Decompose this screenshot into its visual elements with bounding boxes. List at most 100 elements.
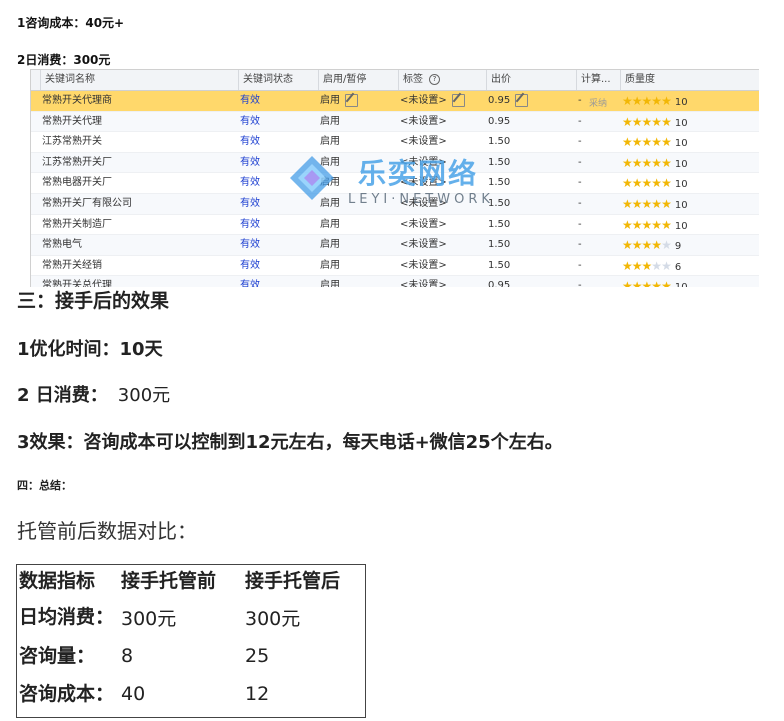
keyword-row[interactable]: 常熟电器开关厂 有效 启用 <未设置> 1.50- ★★★★★ 10: [31, 173, 759, 194]
star-icon: ★: [622, 135, 633, 150]
keyword-calc: -: [576, 153, 622, 173]
keyword-enable-text: 启用: [320, 156, 340, 168]
keyword-bid-text: 1.50: [488, 218, 511, 230]
keyword-name[interactable]: 常熟电气: [40, 235, 240, 255]
star-icon: ★: [622, 217, 633, 232]
keyword-row[interactable]: 江苏常熟开关厂 有效 启用 <未设置> 1.50- ★★★★★ 10: [31, 152, 759, 174]
keyword-bid-text: 0.95: [488, 280, 511, 287]
keyword-name[interactable]: 江苏常熟开关厂: [40, 153, 240, 173]
keyword-bid-text: 0.95: [488, 115, 511, 127]
keyword-status: 有效: [238, 256, 320, 276]
star-icon: ★: [651, 155, 662, 170]
star-icon: ★: [641, 217, 653, 232]
keyword-row[interactable]: 常熟开关制造厂 有效 启用 <未设置> 1.50- ★★★★★ 10: [31, 215, 759, 236]
keyword-status: 有效: [238, 235, 320, 255]
keyword-quality: ★★★★★10: [620, 173, 759, 193]
keyword-label-text: <未设置>: [400, 239, 447, 251]
keyword-name-text: 常熟开关经销: [42, 259, 102, 271]
keyword-enable-text: 启用: [320, 177, 340, 189]
quality-score: 6: [674, 261, 682, 273]
keyword-name[interactable]: 常熟开关厂有限公司: [40, 194, 240, 214]
keyword-label: <未设置>: [398, 256, 488, 276]
star-icon: ★: [622, 176, 633, 191]
star-icon: ★: [651, 279, 662, 287]
keyword-label-text: <未设置>: [400, 197, 447, 209]
optimize-time: 1优化时间：10天: [17, 339, 163, 360]
keyword-bid-text: 0.95: [488, 95, 511, 106]
keyword-name[interactable]: 常熟开关代理商: [40, 91, 240, 111]
keyword-enable-text: 启用: [320, 95, 340, 106]
comparison-table: 数据指标 接手托管前 接手托管后 日均消费： 300元 300元 咨询量： 8 …: [16, 564, 366, 718]
star-icon: ★: [661, 258, 672, 273]
keyword-status: 有效: [238, 112, 320, 132]
keyword-bid-text: 1.50: [488, 136, 511, 148]
keyword-name[interactable]: 常熟电器开关厂: [40, 173, 240, 193]
keyword-enable: 启用: [318, 215, 400, 235]
daily-spend-label: 2 日消费：: [17, 385, 108, 406]
keyword-name[interactable]: 常熟开关经销: [40, 256, 240, 276]
keyword-name-text: 常熟开关厂有限公司: [42, 197, 132, 209]
keyword-row[interactable]: 常熟开关厂有限公司 有效 启用 <未设置> 1.50- ★★★★★ 10: [31, 193, 759, 215]
keyword-calc-text: -: [578, 156, 582, 168]
keyword-name-text: 常熟电气: [42, 239, 82, 251]
star-icon: ★: [661, 94, 672, 108]
keyword-name-text: 江苏常熟开关厂: [42, 156, 112, 168]
keyword-quality: ★★★★★10: [620, 132, 759, 152]
section3-title: 三：接手后的效果: [17, 290, 170, 312]
keyword-calc-text: -: [578, 259, 582, 271]
keyword-row[interactable]: 常熟开关代理商 有效 启用 <未设置> 0.95- 采纳 ★★★★★ 10: [31, 91, 759, 112]
quality-score: 10: [674, 158, 688, 170]
star-icon: ★: [641, 114, 653, 129]
keyword-bid-text: 1.50: [488, 156, 511, 168]
keyword-row[interactable]: 常熟电气 有效 启用 <未设置> 1.50- ★★★★★ 9: [31, 235, 759, 256]
keyword-status-text: 有效: [240, 218, 260, 230]
comparison-row: 咨询量： 8 25: [17, 641, 366, 671]
keyword-calc-text: -: [578, 115, 582, 127]
keyword-status-text: 有效: [240, 259, 260, 271]
star-icon: ★: [661, 176, 672, 191]
star-icon: ★: [631, 196, 643, 211]
keyword-calc: -: [576, 215, 622, 235]
star-icon: ★: [622, 114, 633, 129]
quality-score: 10: [674, 220, 688, 232]
header-enable-pause: 启用/暂停: [318, 70, 398, 90]
keyword-status-text: 有效: [240, 280, 260, 287]
keyword-calc: -: [576, 173, 622, 193]
keyword-label-text: <未设置>: [400, 280, 447, 287]
keyword-name[interactable]: 江苏常熟开关: [40, 132, 240, 152]
keyword-name[interactable]: 常熟开关制造厂: [40, 215, 240, 235]
star-icon: ★: [661, 196, 672, 211]
keyword-enable-text: 启用: [320, 136, 340, 148]
star-icon: ★: [661, 217, 672, 232]
edit-icon[interactable]: [515, 93, 529, 107]
edit-icon[interactable]: [345, 93, 358, 107]
header-label-text: 标签: [403, 74, 423, 85]
keyword-label: <未设置>: [398, 173, 488, 193]
keyword-row[interactable]: 常熟开关代理 有效 启用 <未设置> 0.95- ★★★★★ 10: [31, 111, 759, 133]
keyword-row[interactable]: 常熟开关经销 有效 启用 <未设置> 1.50- ★★★★★ 6: [31, 256, 759, 277]
header-calc: 计算...: [576, 70, 620, 90]
star-icon: ★: [651, 238, 662, 253]
edit-icon[interactable]: [451, 93, 465, 107]
keyword-bid-text: 1.50: [488, 239, 511, 251]
keyword-quality: ★★★★★10: [620, 112, 759, 132]
keyword-enable: 启用: [318, 194, 400, 214]
keyword-enable-text: 启用: [320, 197, 340, 209]
keyword-row[interactable]: 江苏常熟开关 有效 启用 <未设置> 1.50- ★★★★★ 10: [31, 132, 759, 153]
star-icon: ★: [641, 279, 653, 287]
keyword-calc-text: -: [578, 177, 582, 189]
keyword-status: 有效: [238, 173, 320, 193]
keyword-status: 有效: [238, 215, 320, 235]
keyword-table-screenshot: 关键词名称 关键词状态 启用/暂停 标签? 出价 计算... 质量度 常熟开关代…: [30, 69, 759, 287]
keyword-calc-text: -: [578, 239, 582, 251]
keyword-label: <未设置>: [398, 112, 488, 132]
quality-score: 10: [674, 179, 688, 191]
daily-spend: 2 日消费： 300元: [17, 381, 170, 407]
keyword-name[interactable]: 常熟开关代理: [40, 112, 240, 132]
keyword-status: 有效: [238, 153, 320, 173]
keyword-calc-text: -: [578, 197, 582, 209]
keyword-label-text: <未设置>: [400, 115, 447, 127]
keyword-calc-text: -: [578, 280, 582, 287]
header-label: 标签?: [398, 70, 486, 90]
keyword-name-text: 常熟开关代理商: [42, 95, 112, 106]
